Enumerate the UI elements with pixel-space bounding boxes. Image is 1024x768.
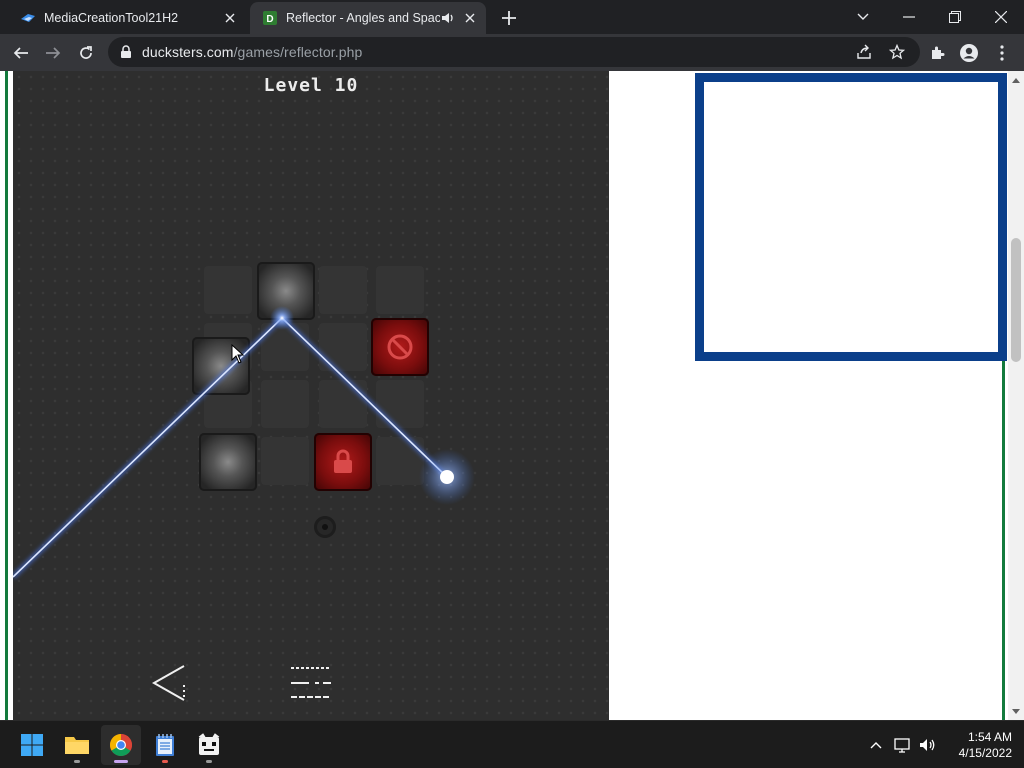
share-icon[interactable] <box>856 44 872 60</box>
mouse-cursor-icon <box>231 344 245 364</box>
clock-time: 1:54 AM <box>967 730 1012 744</box>
scroll-down-icon[interactable] <box>1008 704 1024 718</box>
grid-cell[interactable] <box>261 380 309 428</box>
grid-cell[interactable] <box>376 266 424 314</box>
address-bar[interactable]: ducksters.com/games/reflector.php <box>108 37 920 67</box>
notepad-icon <box>156 734 174 756</box>
grid-cell[interactable] <box>204 266 252 314</box>
extensions-icon[interactable] <box>924 40 950 66</box>
game-app-button[interactable] <box>189 725 229 765</box>
no-entry-icon <box>387 334 413 360</box>
grid-cell[interactable] <box>261 437 309 485</box>
mirror-tile[interactable] <box>199 433 257 491</box>
windows-logo-icon <box>21 734 43 756</box>
network-icon[interactable] <box>893 735 913 755</box>
restore-icon[interactable] <box>932 0 978 34</box>
page-viewport: Level 10 <box>0 71 1024 720</box>
running-indicator <box>114 760 128 763</box>
reflector-game[interactable]: Level 10 <box>13 71 609 720</box>
folder-icon <box>65 737 89 754</box>
running-indicator <box>162 760 168 763</box>
blocker-tile <box>371 318 429 376</box>
url-host: ducksters.com <box>142 44 234 60</box>
tab-search-icon[interactable] <box>840 0 886 34</box>
laser-beam <box>13 306 475 579</box>
notepad-button[interactable] <box>145 725 185 765</box>
tab-strip: MediaCreationTool21H2 D Reflector - Angl… <box>0 0 1024 34</box>
grid-cell[interactable] <box>261 323 309 371</box>
clock-date: 4/15/2022 <box>958 746 1012 760</box>
chrome-icon <box>110 734 132 756</box>
grid-cell[interactable] <box>319 380 367 428</box>
tab-reflector[interactable]: D Reflector - Angles and Spacing <box>250 2 486 34</box>
svg-text:D: D <box>266 14 273 25</box>
speaker-icon[interactable] <box>440 10 456 26</box>
media-creation-icon <box>21 14 35 22</box>
url-path: /games/reflector.php <box>233 44 363 60</box>
target-receiver <box>314 516 336 538</box>
menu-button[interactable] <box>289 665 333 701</box>
padlock-icon <box>334 449 352 473</box>
tab-title: Reflector - Angles and Spacing <box>286 11 440 25</box>
lock-icon[interactable] <box>120 45 132 59</box>
profile-icon[interactable] <box>956 40 982 66</box>
minimize-icon[interactable] <box>886 0 932 34</box>
tab-media-creation-tool[interactable]: MediaCreationTool21H2 <box>8 2 246 34</box>
volume-icon[interactable] <box>918 735 938 755</box>
close-tab-icon[interactable] <box>220 8 240 28</box>
close-window-icon[interactable] <box>978 0 1024 34</box>
running-indicator <box>74 760 80 763</box>
level-label: Level 10 <box>263 75 359 96</box>
back-icon[interactable] <box>8 40 34 66</box>
chevron-up-icon[interactable] <box>866 735 886 755</box>
grid-cell[interactable] <box>376 437 424 485</box>
site-border-left <box>5 71 8 720</box>
close-tab-icon[interactable] <box>460 8 480 28</box>
url-text[interactable]: ducksters.com/games/reflector.php <box>142 44 362 60</box>
running-indicator <box>206 760 212 763</box>
cat-app-icon <box>198 733 220 755</box>
reload-icon[interactable] <box>73 40 99 66</box>
browser-toolbar: ducksters.com/games/reflector.php <box>0 34 1024 71</box>
system-clock[interactable]: 1:54 AM 4/15/2022 <box>944 729 1012 761</box>
site-border-right <box>1002 361 1005 720</box>
locked-tile <box>314 433 372 491</box>
bookmark-star-icon[interactable] <box>889 44 905 60</box>
grid-cell[interactable] <box>319 266 367 314</box>
scrollbar-thumb[interactable] <box>1011 238 1021 362</box>
page-scrollbar[interactable] <box>1008 71 1024 720</box>
new-tab-icon[interactable] <box>498 7 520 29</box>
windows-taskbar: 1:54 AM 4/15/2022 <box>0 720 1024 768</box>
chrome-button[interactable] <box>101 725 141 765</box>
scroll-up-icon[interactable] <box>1008 73 1024 87</box>
tab-title: MediaCreationTool21H2 <box>44 11 179 25</box>
ducksters-icon: D <box>263 11 277 25</box>
back-arrow-button[interactable] <box>150 663 188 703</box>
grid-cell[interactable] <box>319 323 367 371</box>
file-explorer-button[interactable] <box>57 725 97 765</box>
forward-icon[interactable] <box>40 40 66 66</box>
mirror-tile[interactable] <box>257 262 315 320</box>
grid-cell[interactable] <box>376 380 424 428</box>
ad-frame <box>695 73 1007 361</box>
start-button[interactable] <box>12 725 52 765</box>
menu-dots-icon[interactable] <box>989 40 1015 66</box>
